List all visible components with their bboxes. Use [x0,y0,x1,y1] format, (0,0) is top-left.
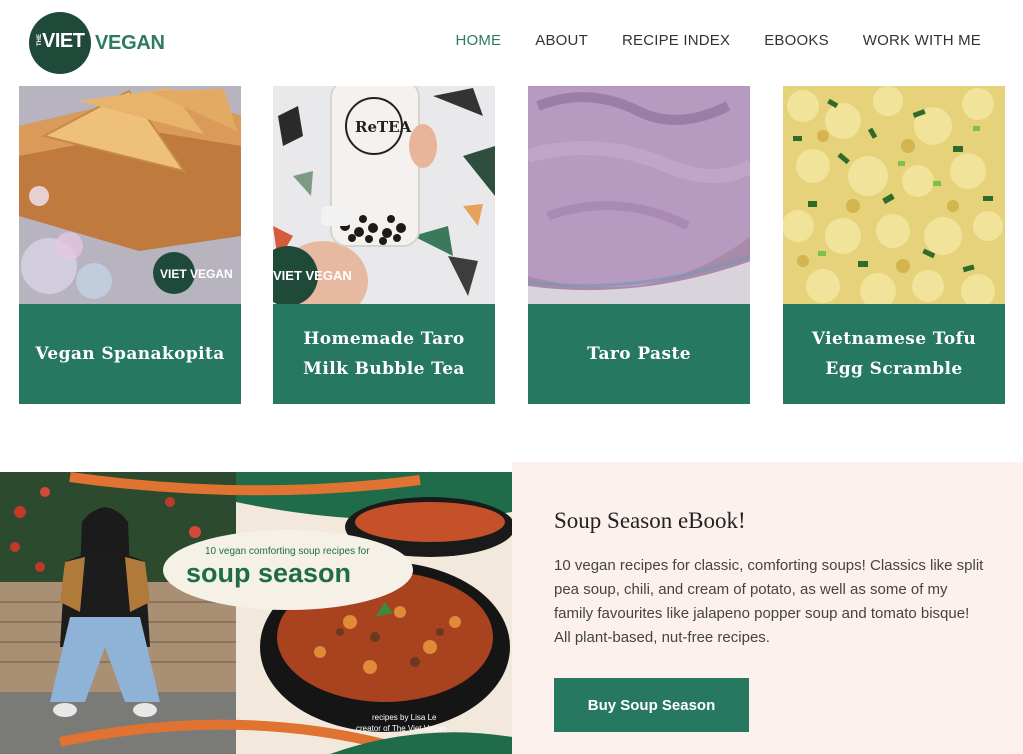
recipe-image-spanakopita[interactable]: VIET VEGAN [19,86,241,304]
main-nav: HOME ABOUT RECIPE INDEX EBOOKS WORK WITH… [455,32,981,49]
ebook-promo-panel: Soup Season eBook! 10 vegan recipes for … [512,462,1023,754]
badge-text-2: VIET VEGAN [273,268,352,283]
cover-credit-2: creator of The Viet Vegan [356,724,446,733]
nav-ebooks[interactable]: EBOOKS [764,32,829,49]
recipe-title-spanakopita[interactable]: Vegan Spanakopita [19,304,241,404]
logo-viet: VIET [42,30,85,52]
nav-recipe-index[interactable]: RECIPE INDEX [622,32,730,49]
nav-about[interactable]: ABOUT [535,32,588,49]
ebook-promo: 10 vegan comforting soup recipes for sou… [0,462,1023,754]
logo-badge: THE VIET [29,12,91,74]
badge-text-1: VIET VEGAN [160,267,233,281]
cover-credit-1: recipes by Lisa Le [372,713,437,722]
recipe-image-tofu-scramble[interactable] [783,86,1005,304]
ebook-cover-image[interactable]: 10 vegan comforting soup recipes for sou… [0,472,512,754]
recipe-title-taro-paste[interactable]: Taro Paste [528,304,750,404]
recipe-card-spanakopita[interactable]: VIET VEGAN Vegan Spanakopita [19,86,241,404]
nav-work-with-me[interactable]: WORK WITH ME [863,32,981,49]
ebook-description: 10 vegan recipes for classic, comforting… [554,557,984,646]
recipe-title-tofu-scramble[interactable]: Vietnamese Tofu Egg Scramble [783,304,1005,404]
recipe-card-bubble-tea[interactable]: ReTEA VIET VEGAN Homemade Taro Milk Bubb… [273,86,495,404]
site-logo[interactable]: THE VIET VEGAN [29,12,165,74]
cover-title: soup season [186,558,351,588]
recipe-image-bubble-tea[interactable]: ReTEA VIET VEGAN [273,86,495,304]
ebook-title: Soup Season eBook! [554,508,746,533]
logo-vegan: VEGAN [95,31,165,54]
nav-home[interactable]: HOME [455,32,501,49]
cup-logo: ReTEA [355,118,412,136]
buy-ebook-button[interactable]: Buy Soup Season [554,678,749,732]
recipe-title-bubble-tea[interactable]: Homemade Taro Milk Bubble Tea [273,304,495,404]
recipe-card-taro-paste[interactable]: Taro Paste [528,86,750,404]
recipe-card-tofu-scramble[interactable]: Vietnamese Tofu Egg Scramble [783,86,1005,404]
site-header: THE VIET VEGAN HOME ABOUT RECIPE INDEX E… [0,0,1023,86]
cover-subtitle: 10 vegan comforting soup recipes for [205,546,370,557]
recipe-image-taro-paste[interactable] [528,86,750,304]
